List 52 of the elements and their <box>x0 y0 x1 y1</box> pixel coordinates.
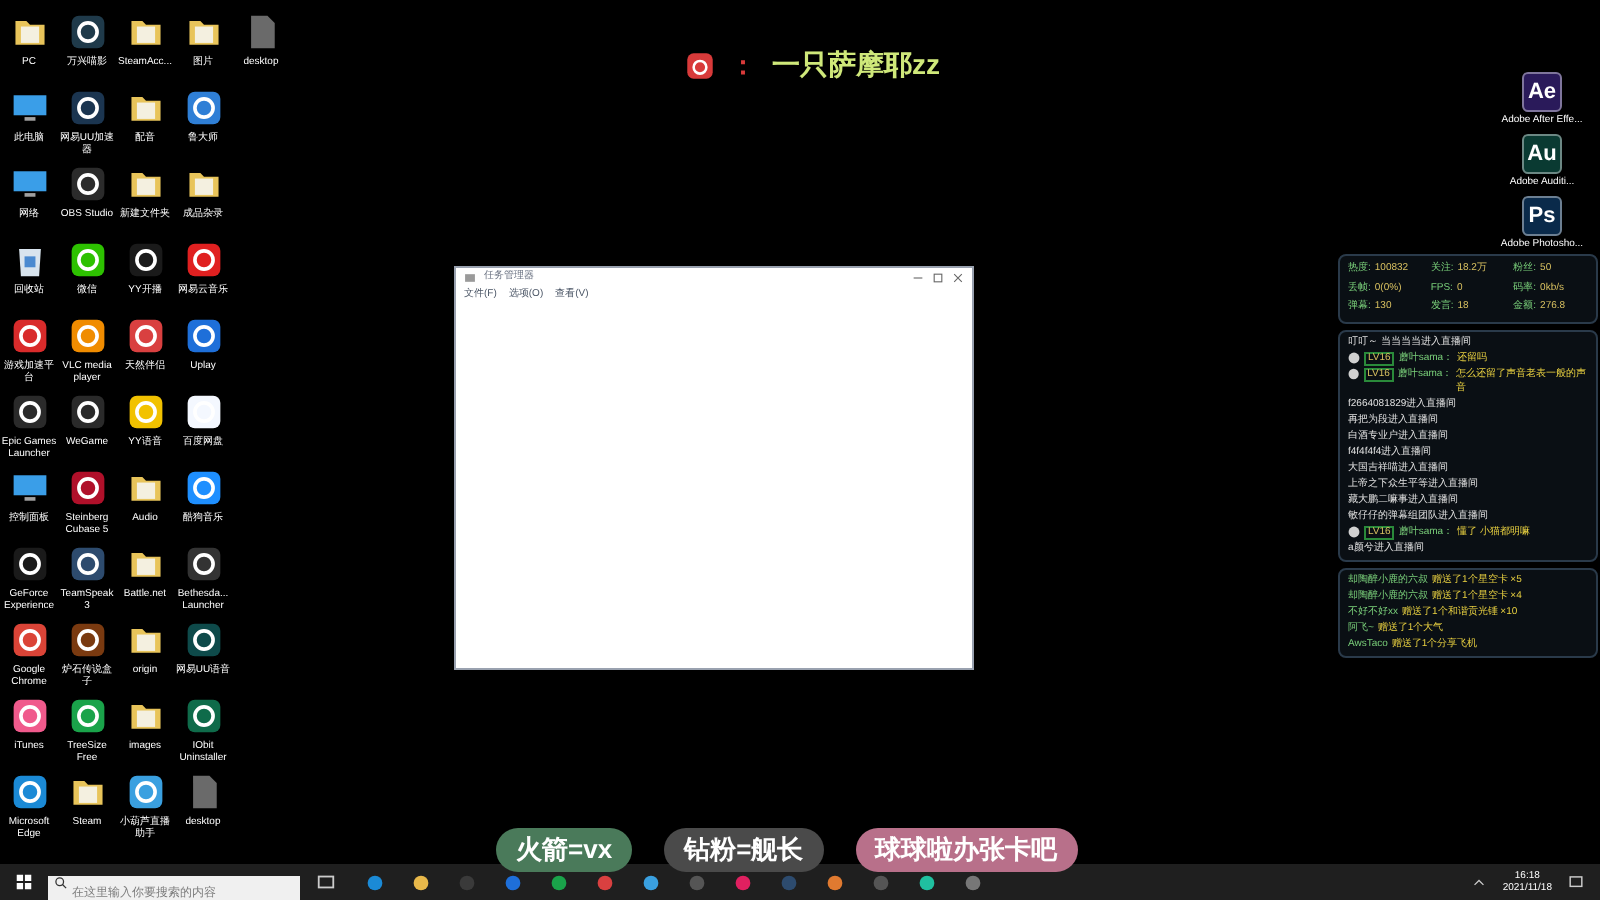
app-icon[interactable] <box>67 696 107 736</box>
app-icon[interactable] <box>183 392 223 432</box>
taskbar-app-icon[interactable] <box>918 873 936 891</box>
colon-text: ： <box>730 47 756 84</box>
app-icon[interactable] <box>67 316 107 356</box>
windows-start-icon[interactable] <box>14 872 34 892</box>
app-icon[interactable] <box>9 392 49 432</box>
overlay-tag: 球球啦办张卡吧 <box>855 828 1078 872</box>
close-icon[interactable] <box>952 272 964 284</box>
taskbar-app-icon[interactable] <box>826 873 844 891</box>
app-icon[interactable] <box>183 88 223 128</box>
task-view-icon[interactable] <box>316 872 336 892</box>
app-icon[interactable] <box>67 164 107 204</box>
app-icon[interactable] <box>67 12 107 52</box>
maximize-icon[interactable] <box>932 272 944 284</box>
caret-up-icon[interactable] <box>1472 875 1487 889</box>
app-icon[interactable] <box>183 468 223 508</box>
avatar-icon <box>1348 525 1360 537</box>
app-icon[interactable] <box>125 392 165 432</box>
app-icon[interactable]: Ps <box>1522 196 1562 236</box>
app-icon[interactable] <box>9 620 49 660</box>
notification-icon[interactable] <box>1568 874 1584 890</box>
taskbar-app-icon[interactable] <box>550 873 568 891</box>
search-icon <box>54 876 68 890</box>
app-icon[interactable]: Ae <box>1522 72 1562 112</box>
app-icon[interactable] <box>183 696 223 736</box>
app-icon[interactable] <box>183 544 223 584</box>
app-icon[interactable] <box>9 316 49 356</box>
app-icon[interactable] <box>67 240 107 280</box>
taskbar-app-icon[interactable] <box>366 873 384 891</box>
app-icon[interactable] <box>67 468 107 508</box>
app-icon[interactable] <box>183 240 223 280</box>
app-icon[interactable] <box>9 544 49 584</box>
taskbar-app-icon[interactable] <box>412 873 430 891</box>
app-icon[interactable] <box>9 772 49 812</box>
app-icon[interactable] <box>183 316 223 356</box>
app-icon[interactable] <box>67 88 107 128</box>
taskbar-app-icon[interactable] <box>642 873 660 891</box>
taskbar-app-icon[interactable] <box>964 873 982 891</box>
overlay-tag: 火箭=vx <box>496 828 633 872</box>
app-icon[interactable] <box>67 620 107 660</box>
app-icon[interactable] <box>125 240 165 280</box>
app-icon[interactable] <box>183 620 223 660</box>
app-icon[interactable] <box>67 392 107 432</box>
streamer-name: 一只萨摩耶zz <box>772 46 940 84</box>
app-icon[interactable] <box>125 772 165 812</box>
app-icon[interactable] <box>67 544 107 584</box>
app-icon[interactable]: Au <box>1522 134 1562 174</box>
taskbar-app-icon[interactable] <box>596 873 614 891</box>
app-icon[interactable] <box>125 316 165 356</box>
overlay-tag: 钻粉=舰长 <box>664 828 824 872</box>
app-icon[interactable] <box>9 696 49 736</box>
